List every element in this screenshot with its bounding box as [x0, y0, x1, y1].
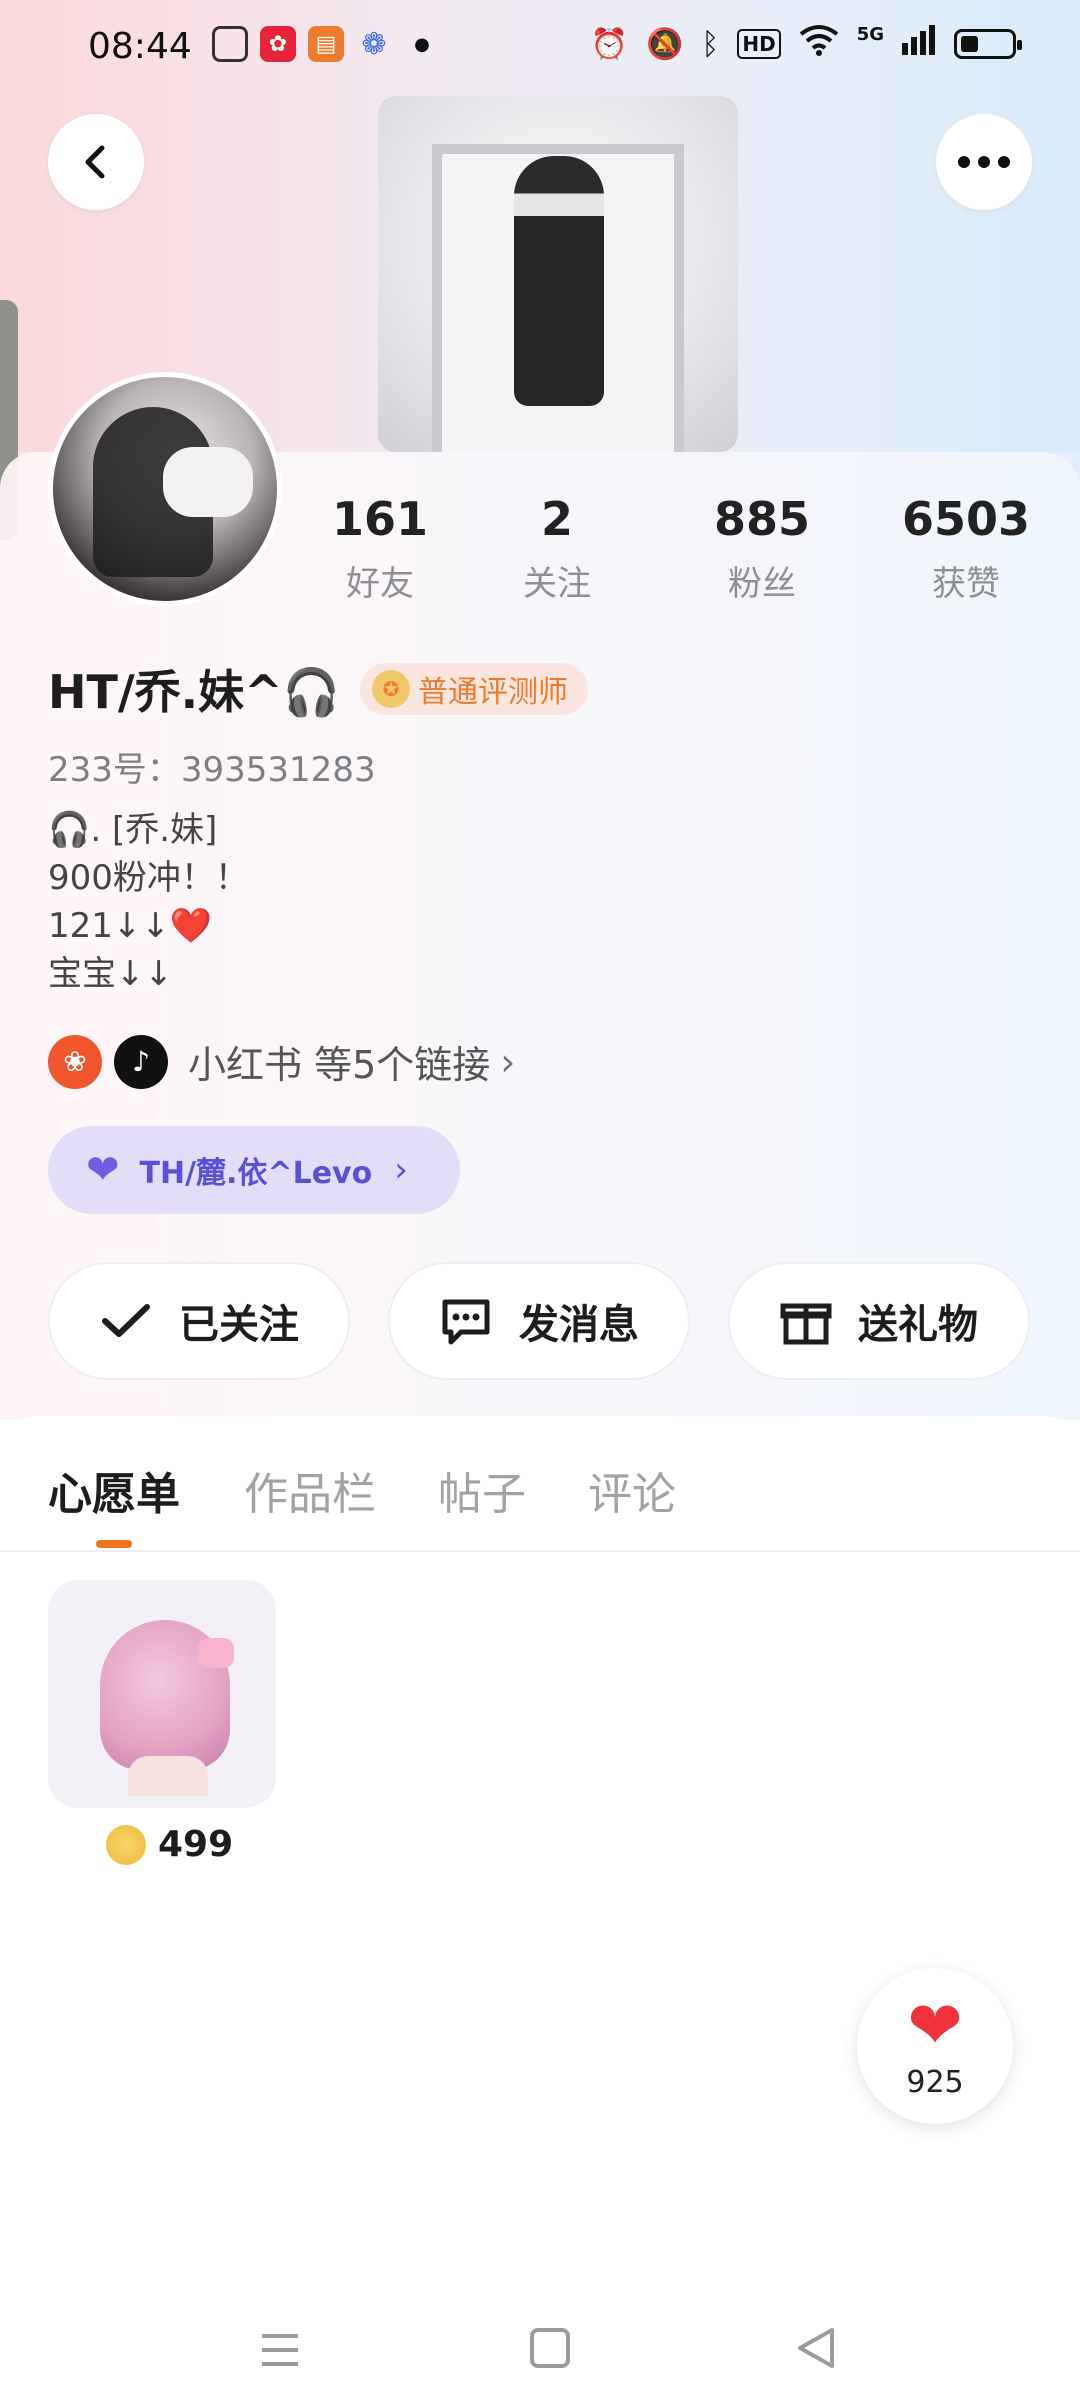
avatar[interactable] [48, 372, 282, 606]
bio: 🎧. [乔.妹] 900粉冲！！ 121↓↓❤️ 宝宝↓↓ [48, 806, 249, 998]
wishlist-item-price: 499 [106, 1824, 233, 1865]
bio-line: 🎧. [乔.妹] [48, 810, 218, 850]
stat-likes-count: 6503 [901, 492, 1031, 546]
app-red-icon: ✿ [260, 26, 296, 62]
chevron-right-icon: › [500, 1039, 516, 1084]
system-nav-bar [0, 2300, 1080, 2408]
chat-bubble-icon [442, 1299, 490, 1345]
bio-line: 宝宝↓↓ [48, 954, 173, 994]
name-row: HT/乔.妹^🎧 ✪ 普通评测师 [48, 656, 588, 722]
hd-icon: HD [737, 29, 781, 59]
menu-icon[interactable] [258, 2326, 302, 2382]
battery-icon [954, 29, 1022, 59]
tab-comments[interactable]: 评论 [588, 1458, 676, 1522]
coin-icon [106, 1824, 146, 1865]
banner-image [378, 96, 738, 452]
battery-level [961, 36, 978, 52]
xiaohongshu-icon: ❀ [48, 1034, 102, 1089]
tab-posts[interactable]: 帖子 [438, 1458, 526, 1522]
stat-friends-label: 好友 [346, 564, 414, 604]
wishlist-item[interactable] [48, 1580, 276, 1808]
badge-label: 普通评测师 [417, 675, 568, 710]
content-area [0, 1416, 1080, 2408]
stat-fans[interactable]: 885 粉丝 [672, 492, 852, 605]
bluetooth-icon: ᛒ [701, 26, 720, 62]
heart-icon: ❤ [907, 1986, 963, 2064]
message-button-label: 发消息 [519, 1302, 639, 1348]
wishlist-item-neck [128, 1756, 208, 1796]
price-value: 499 [158, 1824, 234, 1865]
mute-icon: 🔕 [645, 26, 684, 62]
message-button[interactable]: 发消息 [388, 1262, 690, 1380]
gift-button-label: 送礼物 [858, 1302, 978, 1348]
status-bar: 08:44 ✿ ▤ ❁ ● ⏰ 🔕 ᛒ HD 5G [0, 0, 1080, 96]
wishlist-item-bow [198, 1638, 234, 1668]
app-paw-icon: ❁ [361, 26, 387, 62]
app-folder-icon [212, 26, 248, 62]
status-right-icons: ⏰ 🔕 ᛒ HD 5G [590, 23, 1022, 64]
stat-following[interactable]: 2 关注 [467, 492, 647, 605]
network-label: 5G [856, 23, 884, 45]
stat-fans-count: 885 [713, 492, 811, 546]
stat-following-label: 关注 [523, 564, 591, 604]
follow-button-label: 已关注 [179, 1302, 299, 1348]
links-text: 小红书 等5个链接 [188, 1043, 491, 1087]
cp-link-label: TH/麓.依^Levo [139, 1156, 373, 1191]
tab-works[interactable]: 作品栏 [244, 1458, 376, 1522]
status-app-icons: ✿ ▤ ❁ ● [212, 26, 440, 62]
stat-friends[interactable]: 161 好友 [290, 492, 470, 605]
signal-icon [902, 25, 936, 63]
status-time: 08:44 [88, 26, 192, 67]
wifi-icon [799, 24, 839, 64]
user-id[interactable]: 233号：393531283 [48, 742, 376, 791]
follow-button[interactable]: 已关注 [48, 1262, 350, 1380]
bio-line: 900粉冲！！ [48, 858, 249, 898]
like-button[interactable]: ❤ 925 [857, 1968, 1013, 2124]
stat-following-count: 2 [540, 492, 573, 546]
more-icon [958, 156, 1010, 168]
home-icon[interactable] [528, 2326, 572, 2382]
alarm-icon: ⏰ [590, 26, 628, 62]
stat-likes-label: 获赞 [932, 564, 1000, 604]
stat-likes[interactable]: 6503 获赞 [876, 492, 1056, 605]
stat-friends-count: 161 [331, 492, 429, 546]
bio-line: 121↓↓❤️ [48, 906, 213, 946]
stats-row: 161 好友 2 关注 885 粉丝 6503 获赞 [290, 492, 1080, 622]
dot-icon: ● [414, 33, 430, 55]
banner-figure [514, 156, 604, 406]
tabs-divider [0, 1550, 1080, 1552]
more-button[interactable] [936, 114, 1032, 210]
back-button[interactable] [48, 114, 144, 210]
tiktok-icon: ♪ [114, 1034, 168, 1089]
badge-icon: ✪ [371, 670, 410, 708]
active-tab-indicator [96, 1540, 132, 1548]
external-links[interactable]: ❀ ♪ 小红书 等5个链接 › [48, 1034, 515, 1089]
chevron-right-icon: › [394, 1150, 408, 1190]
reviewer-badge[interactable]: ✪ 普通评测师 [359, 663, 588, 715]
check-icon [102, 1304, 150, 1337]
profile-name: HT/乔.妹^🎧 [48, 665, 340, 719]
tab-wishlist[interactable]: 心愿单 [48, 1458, 180, 1522]
stat-fans-label: 粉丝 [728, 564, 796, 604]
avatar-sleeve [163, 447, 253, 517]
back-icon [85, 145, 105, 179]
like-count: 925 [906, 2064, 964, 2100]
heart-icon: ❤ [86, 1147, 120, 1193]
cp-link-pill[interactable]: ❤ TH/麓.依^Levo › [48, 1126, 460, 1214]
app-book-icon: ▤ [308, 26, 344, 62]
gift-button[interactable]: 送礼物 [728, 1262, 1030, 1380]
back-nav-icon[interactable] [794, 2326, 838, 2382]
gift-icon [780, 1303, 832, 1345]
